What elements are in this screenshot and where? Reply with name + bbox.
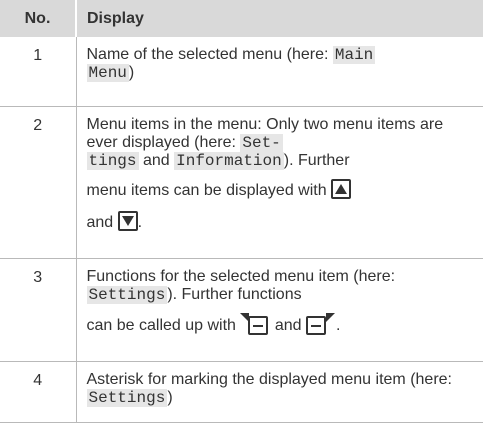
code-text: Set- [240,133,283,152]
table-row: 3 Functions for the selected menu item (… [0,258,483,362]
code-text: Main [332,46,376,64]
code-text: Settings [86,388,168,407]
row-description: Name of the selected menu (here: Main Men… [76,37,483,107]
right-softkey-icon [306,312,336,335]
row-description: Asterisk for marking the displayed menu … [76,361,483,423]
row-number: 2 [0,106,77,259]
display-legend-table: No. Display 1 Name of the selected menu … [0,0,483,423]
description-text: and [86,213,114,231]
table-header-row: No. Display [0,0,483,37]
row-number: 3 [0,258,77,362]
description-line: and . [86,210,476,234]
arrow-down-key-icon [117,210,138,231]
column-header-display: Display [76,0,483,37]
code-text: Menu [86,64,129,82]
description-text: Asterisk for marking the displayed menu … [86,370,452,388]
table-row: 4 Asterisk for marking the displayed men… [0,361,483,423]
arrow-up-key-icon [331,178,352,199]
row-number: 4 [0,361,77,423]
description-text: ). Further [283,151,350,169]
description-text: ) [128,64,135,81]
left-softkey-icon [240,312,270,335]
column-header-no: No. [0,0,77,37]
code-text: Settings [86,285,168,304]
description-text: . [336,316,341,334]
table-row: 2 Menu items in the menu: Only two menu … [0,106,483,259]
table-row: 1 Name of the selected menu (here: Main M… [0,37,483,107]
description-line: menu items can be displayed with [86,178,476,202]
description-text: menu items can be displayed with [86,181,327,199]
description-text: ). Further functions [167,285,302,303]
row-description: Functions for the selected menu item (he… [76,258,483,362]
description-text: and [138,151,175,169]
code-text: Information [174,151,284,170]
description-text: and [274,316,302,334]
description-text: ) [167,388,173,406]
description-text: Functions for the selected menu item (he… [86,267,396,285]
code-text: tings [86,151,139,170]
row-number: 1 [0,37,77,107]
description-line: can be called up with and . [86,312,476,337]
description-text: can be called up with [86,316,236,334]
row-description: Menu items in the menu: Only two menu it… [76,106,483,259]
description-text: . [137,213,143,231]
description-text: Name of the selected menu (here: [86,46,333,63]
